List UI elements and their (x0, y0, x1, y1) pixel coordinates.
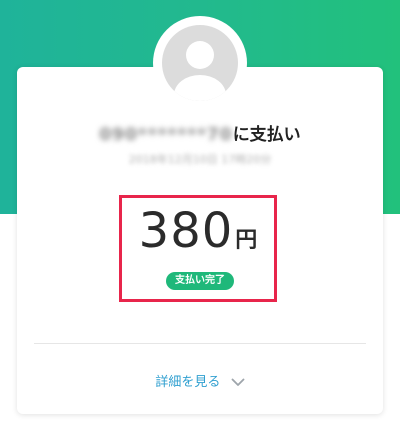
payee-suffix: に支払い (232, 125, 301, 145)
default-user-avatar-icon (174, 41, 226, 101)
payment-amount: 380円 (119, 203, 277, 259)
divider (34, 343, 366, 344)
view-details-label: 詳細を見る (155, 375, 221, 390)
payee-line: 090*******70に支払い (0, 120, 400, 145)
payee-masked-number: 090*******70 (99, 125, 233, 145)
amount-value: 380 (138, 203, 234, 259)
amount-currency: 円 (235, 228, 258, 253)
chevron-down-icon (231, 378, 244, 386)
avatar (162, 25, 238, 101)
view-details-link[interactable]: 詳細を見る (0, 371, 400, 390)
status-badge: 支払い完了 (166, 272, 234, 290)
payment-datetime: 2018年12月10日 17時20分 (128, 153, 272, 166)
